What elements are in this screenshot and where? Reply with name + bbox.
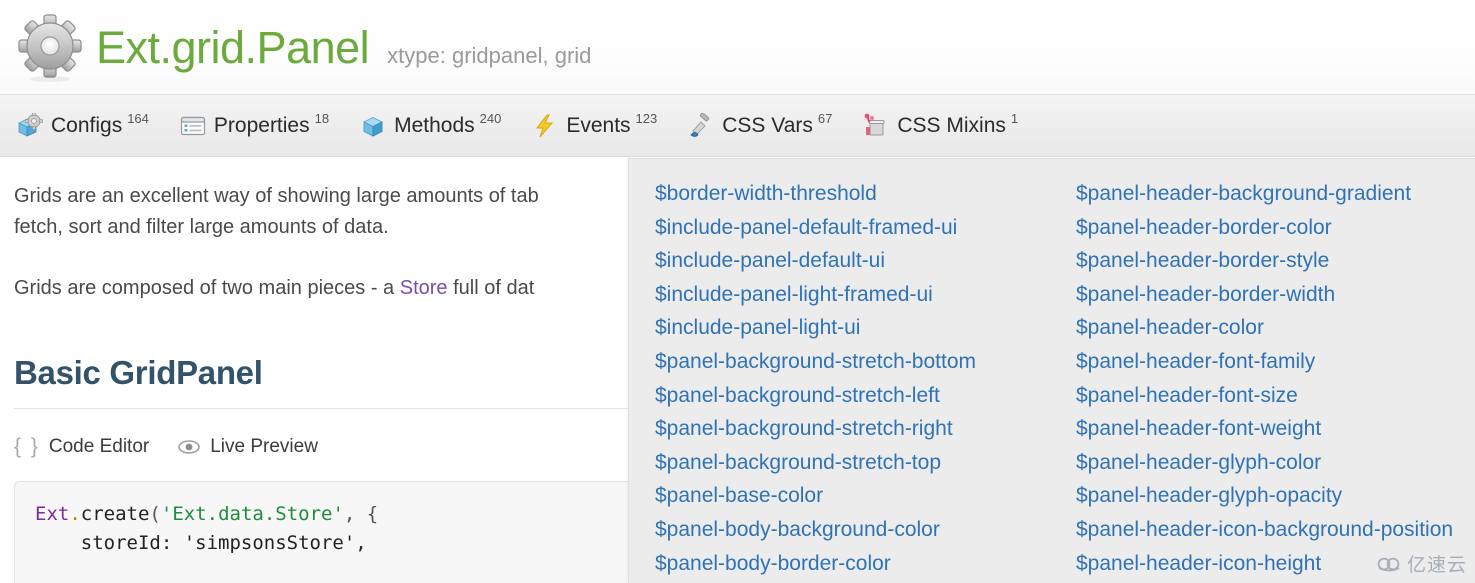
tab-events[interactable]: Events 123: [531, 111, 658, 139]
mode-label: Live Preview: [210, 436, 318, 457]
code-token-paren: (: [149, 503, 161, 525]
css-mixins-icon: [864, 113, 885, 135]
tab-configs[interactable]: Configs 164: [16, 111, 149, 139]
dropdown-item[interactable]: $panel-background-stretch-top: [655, 446, 1066, 480]
dropdown-item[interactable]: $panel-background-stretch-right: [655, 412, 1066, 446]
xtype-label: xtype: gridpanel, grid: [387, 42, 592, 68]
dropdown-item[interactable]: $panel-header-font-family: [1076, 345, 1475, 379]
dropdown-item[interactable]: $panel-header-icon-height: [1076, 547, 1475, 581]
dropdown-item[interactable]: $panel-base-color: [655, 479, 1066, 513]
tab-label: CSS Mixins: [897, 113, 1006, 137]
intro-line-1: Grids are an excellent way of showing la…: [14, 185, 539, 207]
mode-code-editor[interactable]: { } Code Editor: [14, 435, 149, 459]
dropdown-item[interactable]: $border-width-threshold: [655, 177, 1066, 211]
tab-label: Configs: [51, 113, 123, 137]
tab-count: 1: [1010, 111, 1019, 126]
tab-label: Methods: [394, 113, 475, 137]
dropdown-item[interactable]: $panel-header-background-gradient: [1076, 177, 1475, 211]
page-root: Ext.grid.Panel xtype: gridpanel, grid Co…: [0, 0, 1475, 583]
doc-header: Ext.grid.Panel xtype: gridpanel, grid: [0, 0, 1475, 95]
code-token-dot: .: [69, 503, 81, 525]
dropdown-item[interactable]: $panel-header-border-style: [1076, 244, 1475, 278]
css-vars-dropdown[interactable]: $border-width-threshold $include-panel-d…: [628, 158, 1475, 583]
tab-count: 67: [817, 111, 833, 126]
tab-css-mixins[interactable]: CSS Mixins 1: [862, 111, 1019, 139]
eye-icon: [178, 440, 201, 454]
intro-p2-pre: Grids are composed of two main pieces - …: [14, 277, 400, 299]
properties-icon: [180, 116, 206, 135]
tab-methods[interactable]: Methods 240: [359, 111, 502, 139]
dropdown-item[interactable]: $panel-header-glyph-color: [1076, 446, 1475, 480]
dropdown-column-left: $border-width-threshold $include-panel-d…: [629, 177, 1066, 583]
dropdown-item[interactable]: $panel-header-font-size: [1076, 379, 1475, 413]
dropdown-item[interactable]: $include-panel-light-ui: [655, 311, 1066, 345]
code-token-ext: Ext: [35, 503, 70, 525]
dropdown-item[interactable]: $panel-header-border-width: [1076, 278, 1475, 312]
methods-icon: [363, 116, 384, 137]
code-token-string: 'Ext.data.Store': [160, 503, 344, 525]
intro-p2-post: full of dat: [447, 277, 535, 299]
braces-icon: { }: [14, 435, 40, 458]
dropdown-column-right: $panel-header-background-gradient $panel…: [1066, 177, 1475, 583]
dropdown-item[interactable]: $panel-header-color: [1076, 311, 1475, 345]
dropdown-item[interactable]: $include-panel-light-framed-ui: [655, 278, 1066, 312]
tab-label: Properties: [213, 113, 310, 137]
dropdown-item[interactable]: $panel-background-stretch-bottom: [655, 345, 1066, 379]
dropdown-item[interactable]: $panel-header-border-color: [1076, 211, 1475, 245]
dropdown-item[interactable]: $include-panel-default-ui: [655, 244, 1066, 278]
tab-count: 123: [635, 111, 658, 126]
configs-icon: [18, 112, 43, 137]
dropdown-item[interactable]: $panel-background-stretch-left: [655, 379, 1066, 413]
tab-css-vars[interactable]: CSS Vars 67: [687, 111, 833, 139]
gear-icon: [12, 9, 88, 85]
page-title: Ext.grid.Panel xtype: gridpanel, grid: [96, 25, 591, 70]
code-token-create: create: [80, 503, 150, 525]
mode-live-preview[interactable]: Live Preview: [177, 436, 318, 458]
dropdown-item[interactable]: $panel-header-glyph-opacity: [1076, 479, 1475, 513]
events-icon: [536, 114, 554, 137]
code-token-tail: , {: [343, 503, 379, 525]
dropdown-item[interactable]: $panel-header-font-weight: [1076, 412, 1475, 446]
dropdown-item[interactable]: $panel-body-border-color: [655, 547, 1066, 581]
dropdown-item[interactable]: $panel-header-icon-background-position: [1076, 513, 1475, 547]
dropdown-item[interactable]: $panel-body-background-color: [655, 513, 1066, 547]
tab-label: Events: [566, 113, 631, 137]
member-tabbar: Configs 164 Properties 18 Methods 240 Ev…: [0, 95, 1475, 157]
dropdown-columns: $border-width-threshold $include-panel-d…: [629, 177, 1475, 583]
class-name: Ext.grid.Panel: [96, 21, 370, 73]
tab-properties[interactable]: Properties 18: [179, 111, 330, 139]
store-link[interactable]: Store: [400, 277, 448, 299]
mode-label: Code Editor: [48, 436, 150, 457]
tab-count: 18: [314, 111, 330, 126]
css-vars-icon: [690, 112, 710, 137]
tab-count: 164: [127, 111, 149, 126]
tab-count: 240: [479, 111, 502, 126]
intro-line-2: fetch, sort and filter large amounts of …: [14, 216, 389, 238]
tab-label: CSS Vars: [722, 113, 813, 137]
dropdown-item[interactable]: $include-panel-default-framed-ui: [655, 211, 1066, 245]
